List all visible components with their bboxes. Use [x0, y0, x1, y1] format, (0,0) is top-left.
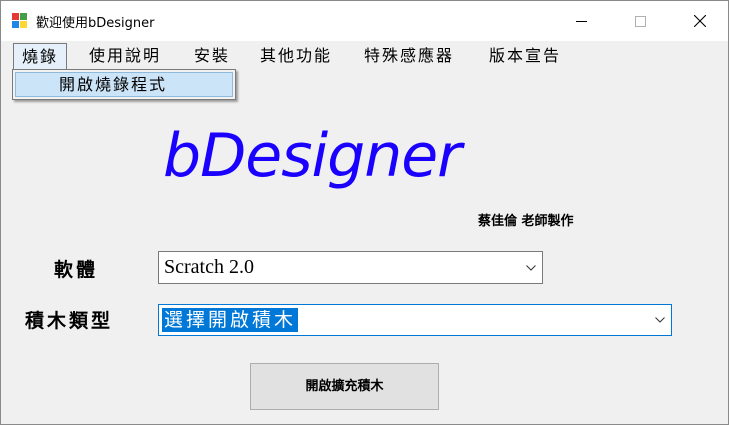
author-credit: 蔡佳倫 老師製作	[478, 214, 574, 229]
main-window: 歡迎使用bDesigner 燒錄 使用說明 安裝 其他功能 特殊感應器 版本宣告…	[0, 0, 729, 425]
menu-install[interactable]: 安裝	[186, 43, 238, 69]
menu-item-open-burner[interactable]: 開啟燒錄程式	[15, 72, 233, 97]
chevron-down-icon	[655, 317, 665, 323]
software-label: 軟體	[54, 259, 99, 281]
maximize-icon	[634, 15, 646, 27]
title-bar: 歡迎使用bDesigner	[1, 1, 728, 41]
block-type-select[interactable]: 選擇開啟積木	[158, 304, 672, 336]
menu-version[interactable]: 版本宣告	[481, 43, 569, 69]
app-icon	[12, 13, 28, 29]
menu-other-functions[interactable]: 其他功能	[252, 43, 340, 69]
software-select-value: Scratch 2.0	[164, 256, 254, 278]
minimize-icon	[575, 20, 587, 22]
menu-help[interactable]: 使用說明	[81, 43, 169, 69]
window-title: 歡迎使用bDesigner	[36, 16, 155, 31]
software-select[interactable]: Scratch 2.0	[158, 251, 543, 284]
chevron-down-icon	[526, 264, 536, 271]
maximize-button[interactable]	[617, 1, 663, 41]
menu-burn[interactable]: 燒錄	[13, 43, 68, 69]
menu-special-sensors[interactable]: 特殊感應器	[356, 43, 462, 69]
block-type-label: 積木類型	[25, 310, 114, 332]
burn-dropdown-menu: 開啟燒錄程式	[12, 69, 236, 100]
close-icon	[694, 15, 706, 27]
open-extension-blocks-button[interactable]: 開啟擴充積木	[250, 363, 439, 410]
app-logo: bDesigner	[163, 121, 462, 191]
minimize-button[interactable]	[558, 1, 604, 41]
close-button[interactable]	[677, 1, 723, 41]
block-type-select-value: 選擇開啟積木	[162, 308, 299, 332]
menu-bar: 燒錄 使用說明 安裝 其他功能 特殊感應器 版本宣告	[1, 41, 728, 71]
